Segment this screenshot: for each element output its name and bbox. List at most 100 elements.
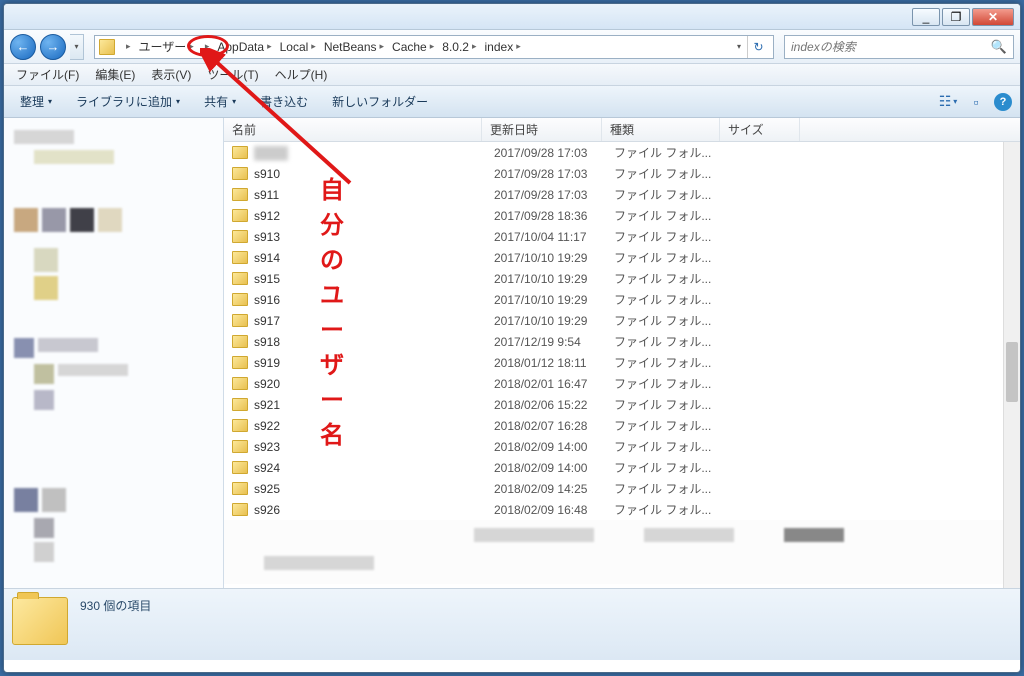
file-name: s926: [254, 503, 494, 517]
folder-icon: [232, 167, 248, 180]
folder-icon: [232, 419, 248, 432]
scrollbar-thumb[interactable]: [1006, 342, 1018, 402]
file-date: 2017/10/10 19:29: [494, 251, 614, 265]
file-name: s915: [254, 272, 494, 286]
table-row[interactable]: s9242018/02/09 14:00ファイル フォル...: [224, 457, 1020, 478]
share-button[interactable]: 共有▾: [196, 89, 244, 114]
file-name: s920: [254, 377, 494, 391]
folder-icon: [232, 335, 248, 348]
file-date: 2017/10/10 19:29: [494, 293, 614, 307]
nav-row: ← → ▾ ▸ ユーザー▸ ▸ AppData▸ Local▸ NetBeans…: [4, 30, 1020, 64]
maximize-button[interactable]: ❐: [942, 8, 970, 26]
folder-icon: [12, 597, 68, 645]
folder-icon: [232, 398, 248, 411]
file-name: s910: [254, 167, 494, 181]
file-date: 2018/02/06 15:22: [494, 398, 614, 412]
file-name: s916: [254, 293, 494, 307]
library-button[interactable]: ライブラリに追加▾: [68, 89, 188, 114]
menu-view[interactable]: 表示(V): [145, 64, 197, 85]
folder-icon: [232, 230, 248, 243]
breadcrumb[interactable]: Local▸: [276, 36, 320, 58]
file-date: 2018/02/09 14:00: [494, 461, 614, 475]
table-row[interactable]: s9142017/10/10 19:29ファイル フォル...: [224, 247, 1020, 268]
table-row[interactable]: ████ 2017/09/28 17:03 ファイル フォル...: [224, 142, 1020, 163]
table-row[interactable]: s9182017/12/19 9:54ファイル フォル...: [224, 331, 1020, 352]
folder-icon: [232, 293, 248, 306]
back-button[interactable]: ←: [10, 34, 36, 60]
search-input[interactable]: [791, 40, 991, 54]
view-options-button[interactable]: ☷▾: [938, 92, 958, 112]
table-row[interactable]: s9152017/10/10 19:29ファイル フォル...: [224, 268, 1020, 289]
table-row[interactable]: s9252018/02/09 14:25ファイル フォル...: [224, 478, 1020, 499]
breadcrumb[interactable]: NetBeans▸: [320, 36, 388, 58]
table-row[interactable]: s9232018/02/09 14:00ファイル フォル...: [224, 436, 1020, 457]
col-name[interactable]: 名前: [224, 118, 482, 141]
preview-pane-button[interactable]: ▫: [966, 92, 986, 112]
col-date[interactable]: 更新日時: [482, 118, 602, 141]
file-date: 2018/02/01 16:47: [494, 377, 614, 391]
menu-tools[interactable]: ツール(T): [201, 64, 264, 85]
folder-icon: [232, 377, 248, 390]
folder-icon: [232, 272, 248, 285]
history-dropdown[interactable]: ▾: [70, 34, 84, 60]
table-row[interactable]: s9112017/09/28 17:03ファイル フォル...: [224, 184, 1020, 205]
newfolder-button[interactable]: 新しいフォルダー: [324, 89, 436, 114]
help-button[interactable]: ?: [994, 93, 1012, 111]
col-type[interactable]: 種類: [602, 118, 720, 141]
file-date: 2017/09/28 17:03: [494, 188, 614, 202]
table-row[interactable]: s9102017/09/28 17:03ファイル フォル...: [224, 163, 1020, 184]
table-row[interactable]: s9162017/10/10 19:29ファイル フォル...: [224, 289, 1020, 310]
file-name: s924: [254, 461, 494, 475]
menu-edit[interactable]: 編集(E): [89, 64, 141, 85]
file-list[interactable]: ████ 2017/09/28 17:03 ファイル フォル... s91020…: [224, 142, 1020, 588]
table-row[interactable]: s9172017/10/10 19:29ファイル フォル...: [224, 310, 1020, 331]
address-bar[interactable]: ▸ ユーザー▸ ▸ AppData▸ Local▸ NetBeans▸ Cach…: [94, 35, 774, 59]
burn-button[interactable]: 書き込む: [252, 89, 316, 114]
address-dropdown[interactable]: ▾: [731, 42, 747, 51]
file-type: ファイル フォル...: [614, 312, 732, 329]
explorer-window: _ ❐ ✕ ← → ▾ ▸ ユーザー▸ ▸ AppData▸ Local▸ Ne…: [3, 3, 1021, 673]
file-date: 2017/10/10 19:29: [494, 314, 614, 328]
table-row[interactable]: s9132017/10/04 11:17ファイル フォル...: [224, 226, 1020, 247]
breadcrumb[interactable]: ▸: [119, 36, 135, 58]
table-row[interactable]: s9222018/02/07 16:28ファイル フォル...: [224, 415, 1020, 436]
file-type: ファイル フォル...: [614, 438, 732, 455]
breadcrumb[interactable]: AppData▸: [213, 36, 275, 58]
table-row[interactable]: s9122017/09/28 18:36ファイル フォル...: [224, 205, 1020, 226]
table-row[interactable]: s9192018/01/12 18:11ファイル フォル...: [224, 352, 1020, 373]
folder-icon: [232, 503, 248, 516]
breadcrumb[interactable]: ユーザー▸: [135, 36, 198, 58]
file-type: ファイル フォル...: [614, 417, 732, 434]
breadcrumb[interactable]: Cache▸: [388, 36, 438, 58]
file-name: s923: [254, 440, 494, 454]
table-row[interactable]: s9202018/02/01 16:47ファイル フォル...: [224, 373, 1020, 394]
forward-button[interactable]: →: [40, 34, 66, 60]
file-date: 2017/10/10 19:29: [494, 272, 614, 286]
menu-help[interactable]: ヘルプ(H): [269, 64, 334, 85]
file-name: s911: [254, 188, 494, 202]
organize-button[interactable]: 整理▾: [12, 89, 60, 114]
table-row[interactable]: s9212018/02/06 15:22ファイル フォル...: [224, 394, 1020, 415]
column-headers: 名前 更新日時 種類 サイズ: [224, 118, 1020, 142]
folder-icon: [232, 356, 248, 369]
table-row[interactable]: s9262018/02/09 16:48ファイル フォル...: [224, 499, 1020, 520]
search-box[interactable]: 🔍: [784, 35, 1014, 59]
breadcrumb[interactable]: ▸: [198, 36, 214, 58]
minimize-button[interactable]: _: [912, 8, 940, 26]
menu-file[interactable]: ファイル(F): [10, 64, 85, 85]
nav-pane[interactable]: [4, 118, 224, 588]
file-date: 2017/09/28 17:03: [494, 167, 614, 181]
search-icon[interactable]: 🔍: [991, 39, 1007, 55]
file-type: ファイル フォル...: [614, 228, 732, 245]
col-size[interactable]: サイズ: [720, 118, 800, 141]
refresh-button[interactable]: ↻: [747, 36, 769, 58]
close-button[interactable]: ✕: [972, 8, 1014, 26]
scrollbar[interactable]: [1003, 142, 1020, 588]
file-type: ファイル フォル...: [614, 480, 732, 497]
file-type: ファイル フォル...: [614, 165, 732, 182]
file-name: s912: [254, 209, 494, 223]
breadcrumb[interactable]: index▸: [481, 36, 525, 58]
breadcrumb[interactable]: 8.0.2▸: [438, 36, 480, 58]
folder-icon: [232, 461, 248, 474]
file-name: s921: [254, 398, 494, 412]
